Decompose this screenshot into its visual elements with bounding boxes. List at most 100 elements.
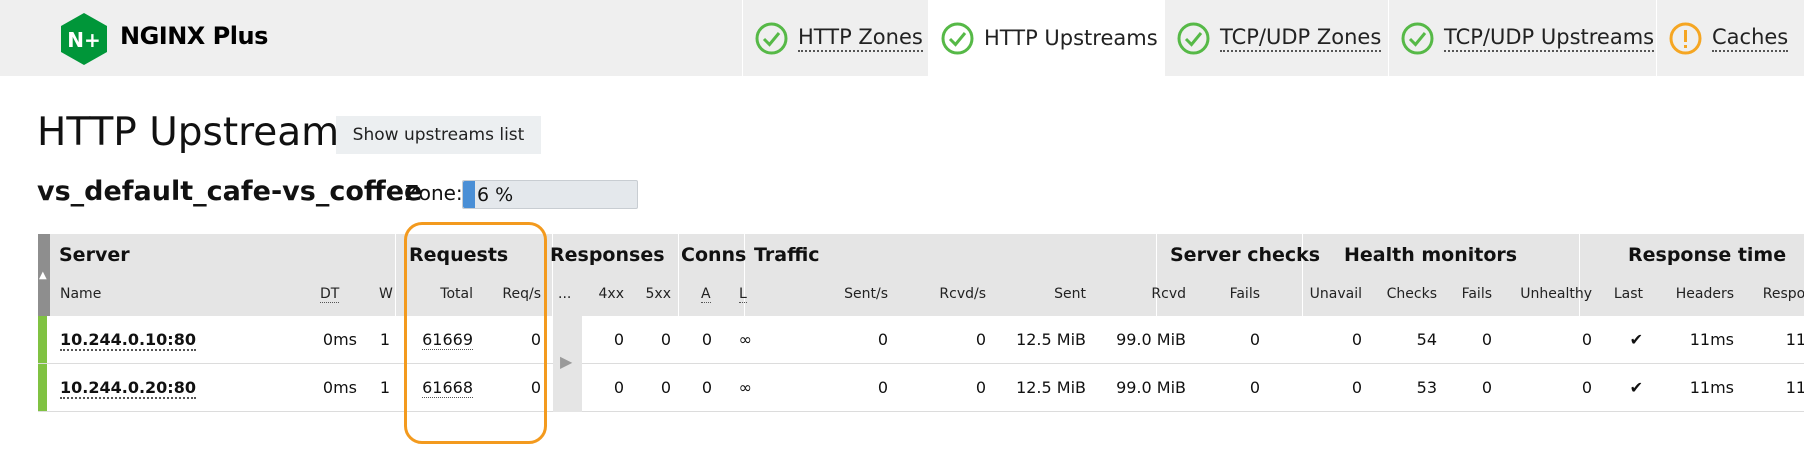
cell-unhealthy: 0 [1581,330,1592,349]
cell-rcvd-s: 0 [975,330,986,349]
cell-5xx: 0 [660,378,671,397]
col-total: Total [440,286,473,302]
col-4xx: 4xx [598,286,624,302]
col-unavail: Unavail [1309,286,1362,302]
check-mark-icon: ✔ [1629,378,1643,397]
tab-tcp-udp-upstreams[interactable]: TCP/UDP Upstreams [1388,0,1656,76]
cell-headers: 11ms [1689,378,1734,397]
col-response: Response [1762,286,1804,302]
zone-usage-fill [463,181,476,208]
cell-response: 11ms [1785,330,1804,349]
cell-checks: 53 [1416,378,1437,397]
col-rcvd-s: Rcvd/s [939,286,986,302]
cell-unhealthy: 0 [1581,378,1592,397]
cell-fails: 0 [1249,378,1260,397]
cell-response: 11ms [1785,378,1804,397]
cell-hm-fails: 0 [1481,330,1492,349]
group-server: Server [59,244,130,266]
table-row: 10.244.0.20:80 0ms 1 61668 0 0 0 0 ∞ 0 0… [38,364,1804,412]
group-requests: Requests [409,244,509,266]
col-sent-s: Sent/s [844,286,888,302]
zone-usage-value: 6 % [477,184,514,206]
cell-rcvd: 99.0 MiB [1116,378,1186,397]
zone-label: Zone: [405,181,463,205]
check-circle-icon [755,22,788,54]
check-circle-icon [1401,22,1434,54]
cell-limit: ∞ [738,330,752,349]
cell-sent-s: 0 [877,378,888,397]
tab-tcp-udp-zones[interactable]: TCP/UDP Zones [1164,0,1388,76]
zone-usage-bar: 6 % [462,180,638,209]
tab-label: HTTP Upstreams [984,26,1158,50]
upstream-name: vs_default_cafe-vs_coffee [37,176,423,207]
cell-4xx: 0 [613,378,624,397]
cell-5xx: 0 [660,330,671,349]
warning-circle-icon [1669,22,1702,54]
col-last: Last [1613,286,1643,302]
col-sent: Sent [1054,286,1086,302]
svg-text:N+: N+ [67,28,101,52]
group-traffic: Traffic [754,244,820,266]
cell-unavail: 0 [1351,330,1362,349]
tab-http-upstreams[interactable]: HTTP Upstreams [928,0,1164,76]
cell-req-s: 0 [530,330,541,349]
tab-http-zones[interactable]: HTTP Zones [742,0,928,76]
cell-sent: 12.5 MiB [1016,330,1086,349]
cell-sent-s: 0 [877,330,888,349]
col-unhealthy: Unhealthy [1520,286,1592,302]
cell-headers: 11ms [1689,330,1734,349]
col-checks: Checks [1386,286,1437,302]
cell-4xx: 0 [613,330,624,349]
brand-name: NGINX Plus [120,22,268,50]
sort-toggle[interactable]: ▲ [38,234,50,316]
tab-label: Caches [1712,25,1789,52]
group-health-monitors: Health monitors [1344,244,1518,266]
col-w: W [379,286,393,302]
server-up-indicator [38,364,47,411]
tab-label: TCP/UDP Zones [1220,25,1382,52]
col-rcvd: Rcvd [1151,286,1186,302]
group-server-checks: Server checks [1170,244,1321,266]
col-limit: L [739,286,747,303]
col-name: Name [60,286,102,302]
cell-active: 0 [701,378,712,397]
col-5xx: 5xx [645,286,671,302]
server-name-link[interactable]: 10.244.0.10:80 [60,330,196,351]
cell-dt: 0ms [322,378,357,397]
cell-dt: 0ms [322,330,357,349]
play-arrow-icon: ▶ [560,352,573,371]
show-upstreams-list-button[interactable]: Show upstreams list [336,116,541,154]
tab-label: HTTP Zones [798,25,923,52]
col-dt: DT [320,286,340,303]
top-nav-bar: N+ NGINX Plus HTTP Zones HTTP Upstreams … [0,0,1804,76]
cell-checks: 54 [1416,330,1437,349]
server-up-indicator [38,316,47,363]
check-circle-icon [1177,22,1210,54]
cell-req-s: 0 [530,378,541,397]
cell-fails: 0 [1249,330,1260,349]
table-header [38,234,1804,316]
group-conns: Conns [681,244,747,266]
col-more: ... [558,286,572,302]
sort-up-icon: ▲ [39,270,47,281]
cell-active: 0 [701,330,712,349]
tab-caches[interactable]: Caches [1656,0,1804,76]
table-row: 10.244.0.10:80 0ms 1 61669 0 0 0 0 ∞ 0 0… [38,316,1804,364]
cell-sent: 12.5 MiB [1016,378,1086,397]
server-name-link[interactable]: 10.244.0.20:80 [60,378,196,399]
col-hm-fails: Fails [1461,286,1492,302]
tab-label: TCP/UDP Upstreams [1444,25,1655,52]
group-responses: Responses [550,244,665,266]
expand-responses-button[interactable]: ▶ [553,316,582,412]
cell-total: 61668 [422,378,473,398]
col-req-s: Req/s [502,286,541,302]
col-fails: Fails [1229,286,1260,302]
group-response-time: Response time [1628,244,1787,266]
col-active: A [701,286,711,303]
cell-total: 61669 [422,330,473,350]
cell-unavail: 0 [1351,378,1362,397]
cell-hm-fails: 0 [1481,378,1492,397]
page-title: HTTP Upstreams [37,110,360,155]
cell-w: 1 [379,378,390,397]
check-circle-icon [941,22,974,54]
